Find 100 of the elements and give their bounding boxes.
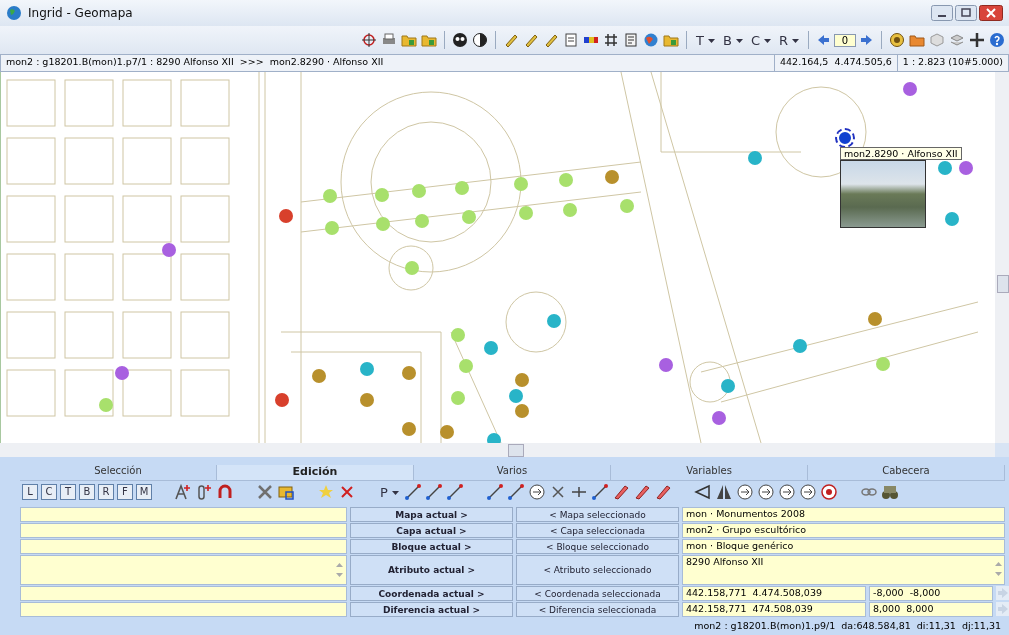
map-marker[interactable]: [455, 181, 469, 195]
coordinate-field[interactable]: 442.158,771 474.508,039: [682, 602, 866, 617]
tab[interactable]: Varios: [414, 465, 611, 480]
magnet-icon[interactable]: [216, 483, 234, 501]
map-canvas[interactable]: mon2.8290 · Alfonso XII: [1, 72, 995, 443]
arrow-right-icon[interactable]: [860, 33, 874, 47]
input-field[interactable]: [20, 586, 347, 601]
map-marker[interactable]: [793, 339, 807, 353]
node-line-icon[interactable]: [485, 483, 504, 501]
target-icon[interactable]: [889, 32, 905, 48]
map-marker[interactable]: [547, 314, 561, 328]
map-marker[interactable]: [279, 209, 293, 223]
map-marker[interactable]: [412, 184, 426, 198]
input-field[interactable]: [20, 555, 347, 585]
half-circle-icon[interactable]: [472, 32, 488, 48]
node-line-icon[interactable]: [590, 483, 609, 501]
map-marker[interactable]: [440, 425, 454, 439]
value-field[interactable]: 8290 Alfonso XII: [682, 555, 1005, 585]
map-marker[interactable]: [876, 357, 890, 371]
mirror-icon[interactable]: [714, 483, 733, 501]
map-marker[interactable]: [451, 328, 465, 342]
page-field[interactable]: 0: [834, 33, 856, 47]
minimize-button[interactable]: [931, 5, 953, 21]
map-marker[interactable]: [659, 358, 673, 372]
layer-type-button[interactable]: R: [98, 484, 114, 500]
node-line-icon[interactable]: [403, 483, 422, 501]
map-marker[interactable]: [99, 398, 113, 412]
page-icon[interactable]: [563, 32, 579, 48]
input-field[interactable]: [20, 602, 347, 617]
crosshair-icon[interactable]: [361, 32, 377, 48]
value-field[interactable]: mon · Bloque genérico: [682, 539, 1005, 554]
value-field[interactable]: mon · Monumentos 2008: [682, 507, 1005, 522]
map-marker[interactable]: [559, 173, 573, 187]
horizontal-scrollbar[interactable]: [0, 443, 995, 457]
offset-field[interactable]: 8,000 8,000: [869, 602, 993, 617]
map-marker[interactable]: [519, 206, 533, 220]
map-marker[interactable]: [712, 411, 726, 425]
map-marker[interactable]: [415, 214, 429, 228]
folder-icon[interactable]: [909, 32, 925, 48]
folder-icon[interactable]: [277, 483, 295, 501]
input-field[interactable]: [20, 507, 347, 522]
map-marker[interactable]: [459, 359, 473, 373]
layer-type-button[interactable]: M: [136, 484, 152, 500]
get-selected-button[interactable]: < Bloque seleccionado: [516, 539, 679, 554]
help-icon[interactable]: [989, 32, 1005, 48]
map-marker[interactable]: [563, 203, 577, 217]
folder-icon[interactable]: [401, 32, 417, 48]
tab[interactable]: Variables: [611, 465, 808, 480]
map-marker[interactable]: [451, 391, 465, 405]
map-marker[interactable]: [748, 151, 762, 165]
set-current-button[interactable]: Diferencia actual >: [350, 602, 513, 617]
tab[interactable]: Cabecera: [808, 465, 1005, 480]
map-marker[interactable]: [605, 170, 619, 184]
node-line-icon[interactable]: [506, 483, 525, 501]
dropdown-menu[interactable]: T: [694, 32, 717, 48]
map-marker[interactable]: [515, 404, 529, 418]
set-current-button[interactable]: Mapa actual >: [350, 507, 513, 522]
coordinate-field[interactable]: 442.158,771 4.474.508,039: [682, 586, 866, 601]
set-current-button[interactable]: Coordenada actual >: [350, 586, 513, 601]
layer-type-button[interactable]: L: [22, 484, 38, 500]
close-button[interactable]: [979, 5, 1003, 21]
pencil-icon[interactable]: [632, 483, 651, 501]
set-current-button[interactable]: Capa actual >: [350, 523, 513, 538]
maximize-button[interactable]: [955, 5, 977, 21]
folder-icon[interactable]: [663, 32, 679, 48]
input-field[interactable]: [20, 523, 347, 538]
get-selected-button[interactable]: < Mapa seleccionado: [516, 507, 679, 522]
get-selected-button[interactable]: < Atributo seleccionado: [516, 555, 679, 585]
get-selected-button[interactable]: < Capa seleccionada: [516, 523, 679, 538]
selected-marker[interactable]: [837, 130, 853, 146]
pencil-icon[interactable]: [653, 483, 672, 501]
map-marker[interactable]: [903, 82, 917, 96]
map-marker[interactable]: [509, 389, 523, 403]
spin-arrows-icon[interactable]: [336, 563, 343, 577]
pencil-icon[interactable]: [611, 483, 630, 501]
eye-icon[interactable]: [452, 32, 468, 48]
map-marker[interactable]: [938, 161, 952, 175]
map-marker[interactable]: [402, 422, 416, 436]
map-marker[interactable]: [325, 221, 339, 235]
binoculars-icon[interactable]: [880, 483, 899, 501]
cube-icon[interactable]: [929, 32, 945, 48]
offset-field[interactable]: -8,000 -8,000: [869, 586, 993, 601]
clip-add-icon[interactable]: [195, 483, 213, 501]
map-marker[interactable]: [514, 177, 528, 191]
map-marker[interactable]: [868, 312, 882, 326]
map-marker[interactable]: [462, 210, 476, 224]
map-marker[interactable]: [721, 379, 735, 393]
map-marker[interactable]: [484, 341, 498, 355]
map-marker[interactable]: [162, 243, 176, 257]
tab[interactable]: Edición: [217, 465, 414, 480]
layer-type-button[interactable]: B: [79, 484, 95, 500]
set-current-button[interactable]: Atributo actual >: [350, 555, 513, 585]
dropdown-menu[interactable]: R: [776, 32, 801, 48]
spin-arrows-icon[interactable]: [995, 562, 1002, 576]
map-marker[interactable]: [402, 366, 416, 380]
arrow-left-icon[interactable]: [816, 33, 830, 47]
set-current-button[interactable]: Bloque actual >: [350, 539, 513, 554]
folder-icon[interactable]: [421, 32, 437, 48]
node-line-icon[interactable]: [424, 483, 443, 501]
map-marker[interactable]: [360, 362, 374, 376]
